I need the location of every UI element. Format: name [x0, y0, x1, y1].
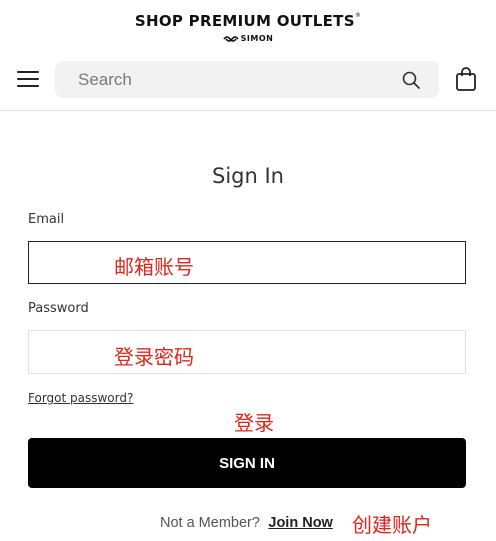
brand-logo[interactable]: SHOP PREMIUM OUTLETS® SIMON — [0, 12, 496, 43]
simon-logo-icon — [223, 35, 239, 42]
email-input[interactable] — [29, 242, 465, 283]
email-label: Email — [28, 212, 65, 227]
password-field — [28, 330, 466, 374]
brand-name: SHOP PREMIUM OUTLETS® — [134, 12, 362, 30]
brand-sub: SIMON — [0, 34, 496, 43]
signin-annotation: 登录 — [234, 411, 274, 435]
join-annotation: 创建账户 — [352, 513, 432, 537]
password-label: Password — [28, 301, 89, 316]
shopping-bag-icon[interactable] — [455, 66, 477, 92]
search-icon[interactable] — [401, 70, 421, 90]
brand-sub-label: SIMON — [240, 34, 274, 43]
email-annotation: 邮箱账号 — [114, 255, 194, 279]
password-annotation: 登录密码 — [114, 345, 194, 369]
search-input[interactable] — [55, 61, 395, 98]
hamburger-menu-icon[interactable] — [17, 71, 39, 88]
password-input[interactable] — [29, 331, 465, 373]
header-bar — [0, 61, 496, 99]
forgot-password-link[interactable]: Forgot password? — [28, 391, 133, 405]
header-divider — [0, 110, 496, 111]
sign-in-button[interactable]: SIGN IN — [28, 438, 466, 488]
join-now-link[interactable]: Join Now — [268, 515, 332, 531]
email-field — [28, 241, 466, 284]
page-title: Sign In — [212, 164, 284, 188]
search-bar — [55, 61, 439, 98]
join-row: Not a Member? Join Now — [160, 515, 333, 531]
trademark-symbol: ® — [354, 12, 362, 19]
not-member-text: Not a Member? — [160, 515, 260, 531]
